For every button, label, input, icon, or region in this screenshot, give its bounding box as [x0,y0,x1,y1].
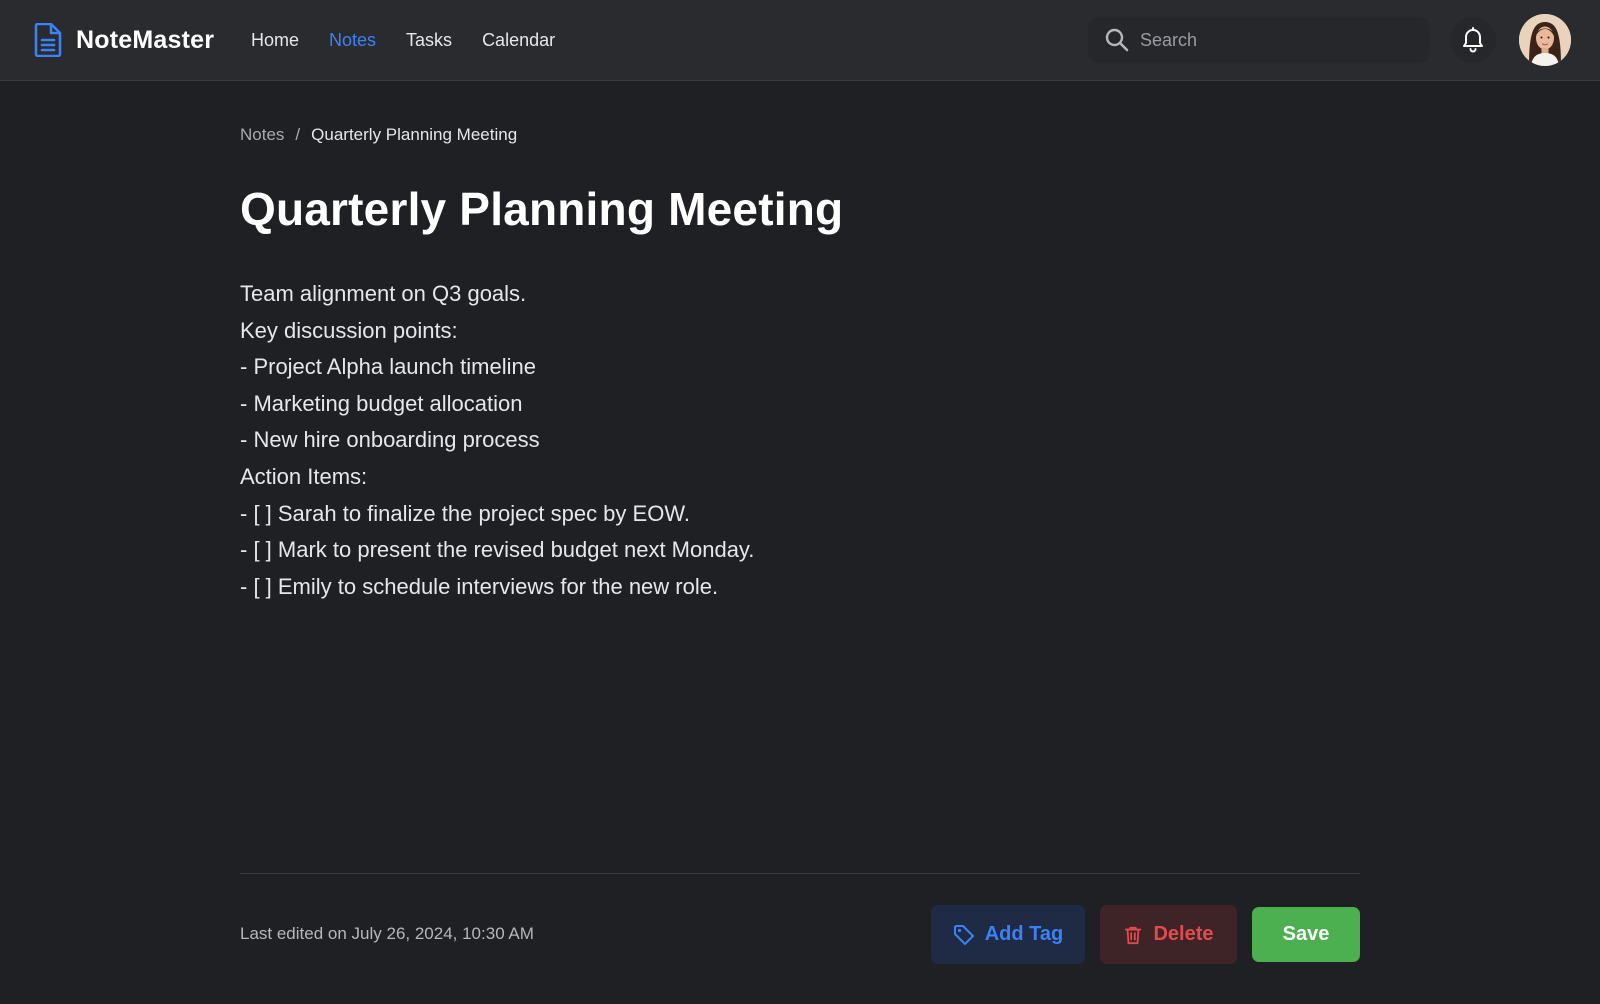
bell-icon [1463,27,1483,53]
breadcrumb-separator: / [295,125,301,144]
breadcrumb: Notes / Quarterly Planning Meeting [240,124,517,146]
nav-item-notes[interactable]: Notes [329,30,376,51]
breadcrumb-notes-link[interactable]: Notes [240,125,284,145]
document-icon [34,23,62,57]
trash-icon [1125,926,1142,944]
add-tag-button[interactable]: Add Tag [931,905,1085,964]
note-line: - Marketing budget allocation [240,390,523,416]
delete-button[interactable]: Delete [1100,905,1237,964]
page-title[interactable]: Quarterly Planning Meeting [240,182,843,236]
note-line: Team alignment on Q3 goals. [240,281,527,306]
avatar[interactable] [1519,14,1571,66]
search-icon [1105,28,1129,52]
note-line: Key discussion points: [240,317,458,343]
main-nav: Home Notes Tasks Calendar [251,28,585,52]
app-name: NoteMaster [76,25,215,54]
note-line: - [ ] Mark to present the revised budget… [240,537,755,563]
note-line: - [ ] Emily to schedule interviews for t… [240,573,719,599]
breadcrumb-current: Quarterly Planning Meeting [311,125,518,144]
save-button[interactable]: Save [1252,907,1360,962]
footer-divider [240,873,1360,874]
top-navigation-bar: NoteMaster Home Notes Tasks Calendar [0,0,1600,81]
notifications-button[interactable] [1450,17,1496,63]
nav-item-tasks[interactable]: Tasks [406,30,452,51]
delete-label: Delete [1153,923,1214,945]
user-portrait [1519,14,1571,66]
note-line: - New hire onboarding process [240,427,540,453]
add-tag-label: Add Tag [984,923,1064,945]
nav-item-calendar[interactable]: Calendar [482,30,555,51]
note-line: - Project Alpha launch timeline [240,354,536,380]
search-box [1088,17,1430,63]
last-edited-timestamp: Last edited on July 26, 2024, 10:30 AM [240,924,534,943]
note-line: Action Items: [240,463,368,489]
tag-icon [953,924,974,945]
note-line: - [ ] Sarah to finalize the project spec… [240,500,690,526]
brand[interactable]: NoteMaster [34,22,214,58]
nav-item-home[interactable]: Home [251,30,299,51]
note-body[interactable]: Team alignment on Q3 goals. Key discussi… [240,276,1360,605]
search-input[interactable] [1140,25,1410,55]
